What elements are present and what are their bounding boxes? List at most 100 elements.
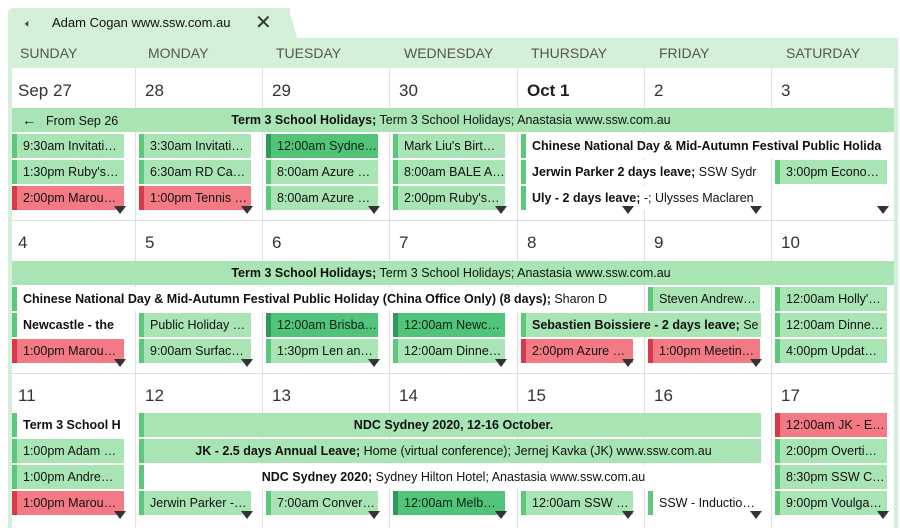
calendar-event[interactable]: 3:00pm Econo… (775, 160, 887, 184)
dayname-thursday: THURSDAY (531, 45, 607, 61)
calendar-event[interactable]: 2:00pm Overti… (775, 439, 887, 463)
date-cell[interactable]: 2 (654, 81, 663, 101)
more-events-icon[interactable] (495, 206, 507, 214)
event-ndc-sydney-hotel[interactable]: NDC Sydney 2020; Sydney Hilton Hotel; An… (139, 465, 761, 489)
calendar-event[interactable]: 12:00am Holly'… (775, 287, 887, 311)
more-events-icon[interactable] (877, 206, 889, 214)
calendar-event[interactable]: 12:00am Dinne… (393, 339, 505, 363)
tab-edge (282, 8, 298, 40)
event-chinese-national-day[interactable]: Chinese National Day & Mid-Autumn Festiv… (521, 134, 894, 158)
calendar-event[interactable]: 8:00am Azure … (266, 160, 378, 184)
calendar-event[interactable]: Steven Andrew… (648, 287, 760, 311)
event-term3-holidays[interactable]: Term 3 School Holidays; Term 3 School Ho… (12, 261, 894, 285)
date-cell[interactable]: 28 (145, 81, 164, 101)
more-events-icon[interactable] (368, 511, 380, 519)
event-uly-leave[interactable]: Uly - 2 days leave; -; Ulysses Maclaren (521, 186, 761, 210)
date-cell-today[interactable]: Oct 1 (527, 81, 570, 101)
calendar-event[interactable]: 12:00am Newc… (393, 313, 505, 337)
date-cell[interactable]: 6 (272, 233, 281, 253)
calendar-event[interactable]: 1:00pm Andre… (12, 465, 124, 489)
calendar-event[interactable]: 1:30pm Len an… (266, 339, 378, 363)
dayname-tuesday: TUESDAY (276, 45, 342, 61)
more-events-icon[interactable] (114, 511, 126, 519)
calendar-event[interactable]: 12:00am Dinne… (775, 313, 887, 337)
more-events-icon[interactable] (877, 511, 889, 519)
calendar-event[interactable]: 2:00pm Azure … (521, 339, 633, 363)
calendar-event[interactable]: Mark Liu's Birt… (393, 134, 505, 158)
calendar-event[interactable]: 8:00am Azure … (266, 186, 378, 210)
date-cell[interactable]: 4 (18, 233, 27, 253)
more-events-icon[interactable] (368, 206, 380, 214)
date-cell[interactable]: 17 (781, 386, 800, 406)
calendar-event[interactable]: 9:00am Surfac… (139, 339, 251, 363)
calendar-event[interactable]: 9:30am Invitati… (12, 134, 124, 158)
event-title: NDC Sydney 2020; (261, 470, 373, 484)
event-detail: Term 3 School Holidays; Anastasia www.ss… (376, 113, 671, 127)
calendar-event[interactable]: SSW - Inductio… (648, 491, 760, 515)
calendar-event[interactable]: 12:00am Melb… (393, 491, 505, 515)
date-cell[interactable]: 10 (781, 233, 800, 253)
more-events-icon[interactable] (622, 206, 634, 214)
calendar-event[interactable]: 2:00pm Marou… (12, 186, 124, 210)
close-icon[interactable]: ✕ (255, 9, 272, 37)
more-events-icon[interactable] (368, 359, 380, 367)
more-events-icon[interactable] (622, 511, 634, 519)
more-events-icon[interactable] (750, 206, 762, 214)
calendar-event[interactable]: 4:00pm Updat… (775, 339, 887, 363)
date-cell[interactable]: 15 (527, 386, 546, 406)
calendar-event[interactable]: 1:30pm Ruby's… (12, 160, 124, 184)
calendar-event[interactable]: Public Holiday … (139, 313, 251, 337)
event-ndc-sydney[interactable]: NDC Sydney 2020, 12-16 October. (139, 413, 761, 437)
calendar-event[interactable]: 12:00am Brisba… (266, 313, 378, 337)
date-cell[interactable]: 14 (399, 386, 418, 406)
calendar-event[interactable]: Term 3 School H (12, 413, 124, 437)
calendar-event[interactable]: 1:00pm Marou… (12, 339, 124, 363)
event-jerwin-leave[interactable]: Jerwin Parker 2 days leave; SSW Sydr (521, 160, 761, 184)
more-events-icon[interactable] (750, 359, 762, 367)
more-events-icon[interactable] (750, 511, 762, 519)
more-events-icon[interactable] (495, 511, 507, 519)
event-term3-holidays[interactable]: ← From Sep 26 Term 3 School Holidays; Ter… (12, 108, 894, 132)
calendar-event[interactable]: 2:00pm Ruby's… (393, 186, 505, 210)
calendar-event[interactable]: 1:00pm Meetin… (648, 339, 760, 363)
more-events-icon[interactable] (241, 206, 253, 214)
calendar-event[interactable]: 7:00am Conver… (266, 491, 378, 515)
event-jk-leave[interactable]: JK - 2.5 days Annual Leave; Home (virtua… (139, 439, 761, 463)
event-sebastien-leave[interactable]: Sebastien Boissiere - 2 days leave; Se (521, 313, 761, 337)
calendar-event[interactable]: 1:00pm Marou… (12, 491, 124, 515)
date-cell[interactable]: 29 (272, 81, 291, 101)
calendar-event[interactable]: 6:30am RD Ca… (139, 160, 251, 184)
date-cell[interactable]: 11 (18, 386, 36, 406)
more-events-icon[interactable] (495, 359, 507, 367)
calendar-event[interactable]: 1:00pm Adam … (12, 439, 124, 463)
date-cell[interactable]: 9 (654, 233, 663, 253)
tab-title: Adam Cogan www.ssw.com.au (52, 15, 231, 30)
more-events-icon[interactable] (622, 359, 634, 367)
calendar-event[interactable]: 8:00am BALE A… (393, 160, 505, 184)
more-events-icon[interactable] (241, 359, 253, 367)
calendar-event[interactable]: 1:00pm Tennis … (139, 186, 251, 210)
dayname-saturday: SATURDAY (786, 45, 861, 61)
calendar-event[interactable]: 12:00am Sydne… (266, 134, 378, 158)
calendar-event[interactable]: Jerwin Parker -… (139, 491, 251, 515)
date-cell[interactable]: 16 (654, 386, 673, 406)
calendar-event[interactable]: 3:30am Invitati… (139, 134, 251, 158)
date-cell[interactable]: 3 (781, 81, 790, 101)
calendar-event[interactable]: Newcastle - the (12, 313, 124, 337)
date-cell[interactable]: 12 (145, 386, 164, 406)
date-cell[interactable]: Sep 27 (18, 81, 72, 101)
more-events-icon[interactable] (114, 359, 126, 367)
event-chinese-national-day[interactable]: Chinese National Day & Mid-Autumn Festiv… (12, 287, 632, 311)
date-cell[interactable]: 30 (399, 81, 418, 101)
calendar-event[interactable]: 9:00pm Voulga… (775, 491, 887, 515)
date-cell[interactable]: 13 (272, 386, 291, 406)
calendar-event[interactable]: 12:00am JK - E… (775, 413, 887, 437)
date-cell[interactable]: 8 (527, 233, 536, 253)
more-events-icon[interactable] (241, 511, 253, 519)
more-events-icon[interactable] (114, 206, 126, 214)
date-cell[interactable]: 7 (399, 233, 408, 253)
calendar-event[interactable]: 8:30pm SSW C… (775, 465, 887, 489)
calendar-event[interactable]: 12:00am SSW … (521, 491, 633, 515)
date-cell[interactable]: 5 (145, 233, 154, 253)
back-arrow-icon[interactable]: 🢐 (24, 15, 29, 37)
